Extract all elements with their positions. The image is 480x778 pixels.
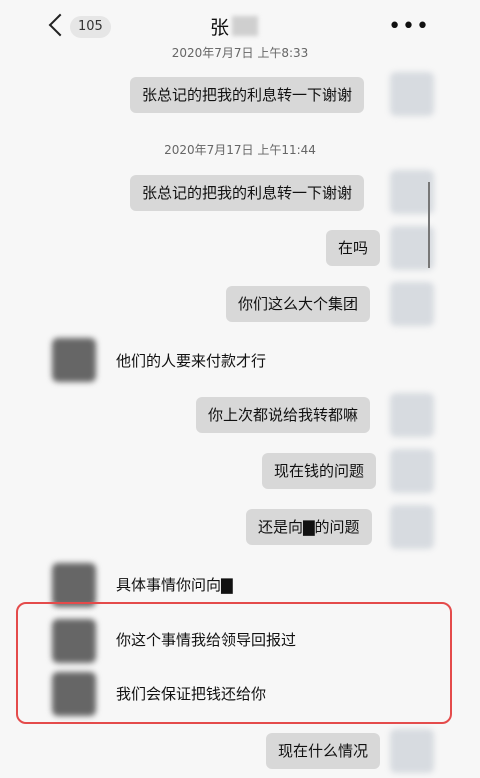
message-bubble[interactable]: 现在钱的问题: [262, 453, 377, 489]
more-options-icon[interactable]: •••: [388, 14, 430, 39]
message-bubble[interactable]: 他们的人要来付款才行: [104, 343, 278, 379]
self-avatar[interactable]: [390, 282, 434, 326]
message-bubble[interactable]: 你们这么大个集团: [226, 286, 371, 322]
message-bubble[interactable]: 你这个事情我给领导回报过: [104, 622, 308, 658]
message-bubble[interactable]: 我们会保证把钱还给你: [104, 676, 278, 712]
chat-title: 张: [210, 17, 230, 39]
blurred-title-part: [232, 16, 258, 36]
contact-avatar[interactable]: [52, 619, 96, 663]
contact-avatar[interactable]: [52, 563, 96, 607]
message-bubble[interactable]: 你上次都说给我转都嘛: [196, 397, 371, 433]
contact-avatar[interactable]: [52, 338, 96, 382]
timestamp: 2020年7月7日 上午8:33: [171, 46, 309, 60]
message-bubble[interactable]: 张总记的把我的利息转一下谢谢: [130, 175, 365, 211]
contact-avatar[interactable]: [52, 672, 96, 716]
message-bubble[interactable]: 现在什么情况: [266, 733, 381, 769]
self-avatar[interactable]: [390, 393, 434, 437]
message-bubble[interactable]: 具体事情你问向▇: [104, 567, 245, 603]
scrollbar-thumb[interactable]: [428, 182, 430, 268]
self-avatar[interactable]: [390, 729, 434, 773]
message-bubble[interactable]: 在吗: [326, 230, 381, 266]
timestamp: 2020年7月17日 上午11:44: [164, 143, 316, 157]
self-avatar[interactable]: [390, 505, 434, 549]
self-avatar[interactable]: [390, 449, 434, 493]
self-avatar[interactable]: [390, 72, 434, 116]
message-bubble[interactable]: 张总记的把我的利息转一下谢谢: [130, 77, 365, 113]
message-bubble[interactable]: 还是向▇的问题: [246, 509, 372, 545]
unread-badge[interactable]: 105: [70, 16, 111, 38]
